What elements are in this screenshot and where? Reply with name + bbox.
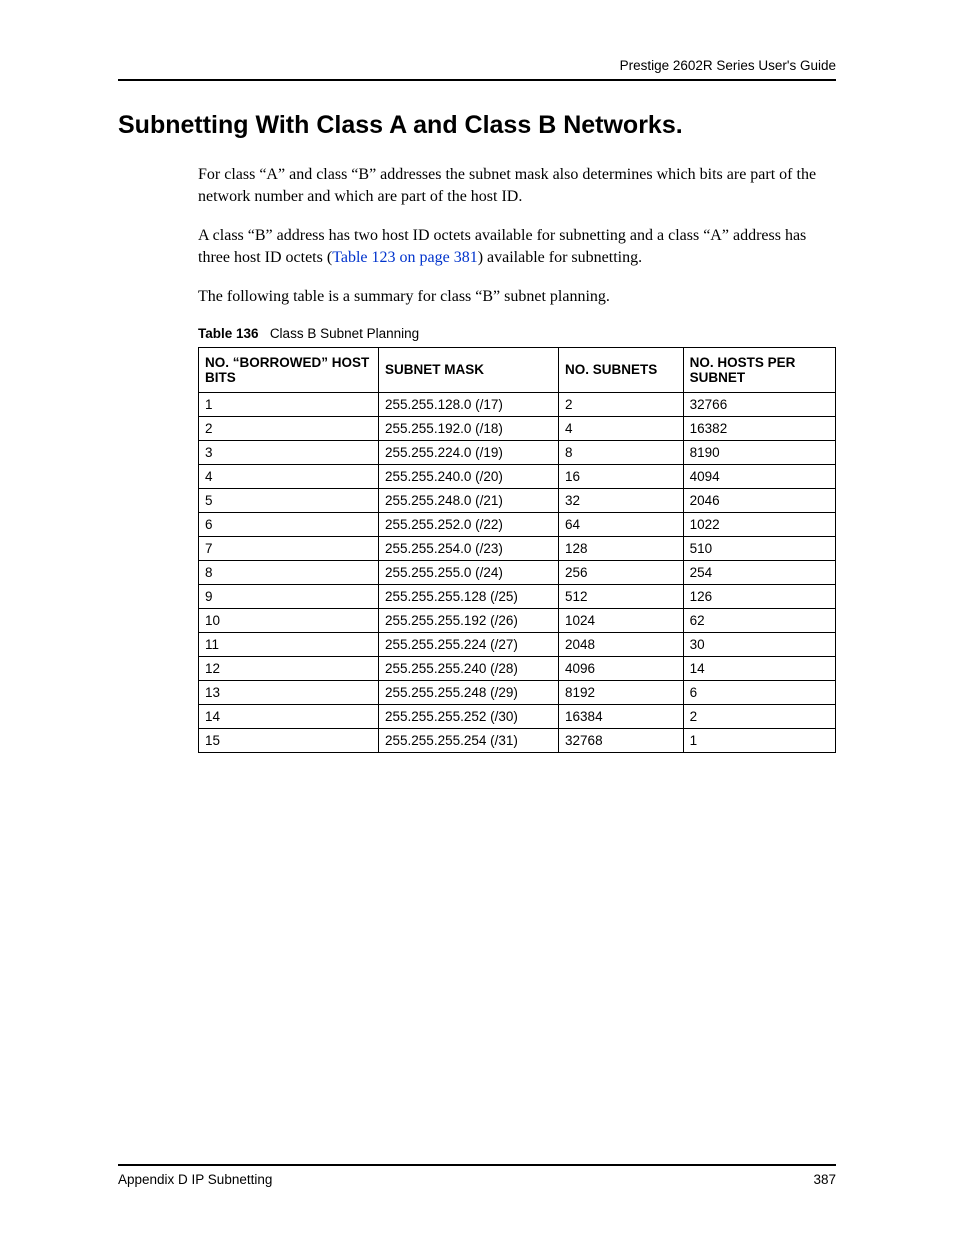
table-row: 15255.255.255.254 (/31)327681 <box>199 728 836 752</box>
running-head: Prestige 2602R Series User's Guide <box>118 58 836 79</box>
cell-subnets: 4096 <box>559 656 684 680</box>
cell-bits: 10 <box>199 608 379 632</box>
cell-bits: 11 <box>199 632 379 656</box>
cell-subnets: 16384 <box>559 704 684 728</box>
th-no-subnets: NO. SUBNETS <box>559 347 684 392</box>
th-subnet-mask: SUBNET MASK <box>379 347 559 392</box>
cell-mask: 255.255.255.254 (/31) <box>379 728 559 752</box>
cell-hosts: 8190 <box>683 440 835 464</box>
cell-hosts: 6 <box>683 680 835 704</box>
cell-mask: 255.255.255.224 (/27) <box>379 632 559 656</box>
cell-subnets: 2048 <box>559 632 684 656</box>
cell-mask: 255.255.255.192 (/26) <box>379 608 559 632</box>
xref-table-123[interactable]: Table 123 on page 381 <box>332 249 478 266</box>
cell-bits: 8 <box>199 560 379 584</box>
cell-hosts: 4094 <box>683 464 835 488</box>
cell-mask: 255.255.255.248 (/29) <box>379 680 559 704</box>
table-row: 12255.255.255.240 (/28)409614 <box>199 656 836 680</box>
cell-mask: 255.255.255.240 (/28) <box>379 656 559 680</box>
cell-subnets: 2 <box>559 392 684 416</box>
footer-rule <box>118 1164 836 1166</box>
cell-bits: 6 <box>199 512 379 536</box>
body-text: For class “A” and class “B” addresses th… <box>198 164 836 308</box>
cell-subnets: 512 <box>559 584 684 608</box>
cell-subnets: 8 <box>559 440 684 464</box>
table-caption: Table 136 Class B Subnet Planning <box>198 326 836 341</box>
footer-section: Appendix D IP Subnetting <box>118 1172 272 1187</box>
cell-bits: 13 <box>199 680 379 704</box>
table-row: 2255.255.192.0 (/18)416382 <box>199 416 836 440</box>
cell-mask: 255.255.128.0 (/17) <box>379 392 559 416</box>
paragraph-1: For class “A” and class “B” addresses th… <box>198 164 836 207</box>
table-caption-text: Class B Subnet Planning <box>270 326 419 341</box>
cell-mask: 255.255.254.0 (/23) <box>379 536 559 560</box>
table-row: 4255.255.240.0 (/20)164094 <box>199 464 836 488</box>
cell-hosts: 62 <box>683 608 835 632</box>
paragraph-2b: ) available for subnetting. <box>478 249 642 266</box>
cell-mask: 255.255.255.252 (/30) <box>379 704 559 728</box>
cell-hosts: 14 <box>683 656 835 680</box>
table-caption-label: Table 136 <box>198 326 259 341</box>
cell-subnets: 32768 <box>559 728 684 752</box>
table-row: 13255.255.255.248 (/29)81926 <box>199 680 836 704</box>
page: Prestige 2602R Series User's Guide Subne… <box>0 0 954 753</box>
cell-hosts: 510 <box>683 536 835 560</box>
cell-mask: 255.255.255.0 (/24) <box>379 560 559 584</box>
cell-bits: 14 <box>199 704 379 728</box>
table-header-row: NO. “BORROWED” HOST BITS SUBNET MASK NO.… <box>199 347 836 392</box>
cell-hosts: 30 <box>683 632 835 656</box>
cell-subnets: 1024 <box>559 608 684 632</box>
cell-mask: 255.255.240.0 (/20) <box>379 464 559 488</box>
cell-hosts: 2 <box>683 704 835 728</box>
cell-bits: 9 <box>199 584 379 608</box>
table-row: 7255.255.254.0 (/23)128510 <box>199 536 836 560</box>
header-rule <box>118 79 836 81</box>
table-row: 1255.255.128.0 (/17)232766 <box>199 392 836 416</box>
table-row: 8255.255.255.0 (/24)256254 <box>199 560 836 584</box>
cell-mask: 255.255.224.0 (/19) <box>379 440 559 464</box>
cell-bits: 4 <box>199 464 379 488</box>
table-row: 11255.255.255.224 (/27)204830 <box>199 632 836 656</box>
subnet-table: NO. “BORROWED” HOST BITS SUBNET MASK NO.… <box>198 347 836 753</box>
footer-page: 387 <box>813 1172 836 1187</box>
cell-bits: 12 <box>199 656 379 680</box>
cell-subnets: 8192 <box>559 680 684 704</box>
cell-subnets: 4 <box>559 416 684 440</box>
th-borrowed-bits: NO. “BORROWED” HOST BITS <box>199 347 379 392</box>
table-row: 5255.255.248.0 (/21)322046 <box>199 488 836 512</box>
cell-subnets: 32 <box>559 488 684 512</box>
cell-hosts: 32766 <box>683 392 835 416</box>
cell-bits: 3 <box>199 440 379 464</box>
th-hosts-per: NO. HOSTS PER SUBNET <box>683 347 835 392</box>
cell-subnets: 128 <box>559 536 684 560</box>
cell-hosts: 1 <box>683 728 835 752</box>
paragraph-2: A class “B” address has two host ID octe… <box>198 225 836 268</box>
cell-bits: 15 <box>199 728 379 752</box>
cell-bits: 5 <box>199 488 379 512</box>
footer: Appendix D IP Subnetting 387 <box>118 1164 836 1187</box>
cell-bits: 1 <box>199 392 379 416</box>
cell-hosts: 1022 <box>683 512 835 536</box>
table-row: 3255.255.224.0 (/19)88190 <box>199 440 836 464</box>
section-title: Subnetting With Class A and Class B Netw… <box>118 111 836 140</box>
cell-mask: 255.255.192.0 (/18) <box>379 416 559 440</box>
cell-mask: 255.255.255.128 (/25) <box>379 584 559 608</box>
cell-hosts: 2046 <box>683 488 835 512</box>
cell-subnets: 64 <box>559 512 684 536</box>
cell-hosts: 16382 <box>683 416 835 440</box>
table-row: 10255.255.255.192 (/26)102462 <box>199 608 836 632</box>
cell-subnets: 256 <box>559 560 684 584</box>
cell-hosts: 254 <box>683 560 835 584</box>
table-row: 6255.255.252.0 (/22)641022 <box>199 512 836 536</box>
cell-subnets: 16 <box>559 464 684 488</box>
table-row: 9255.255.255.128 (/25)512126 <box>199 584 836 608</box>
cell-mask: 255.255.252.0 (/22) <box>379 512 559 536</box>
cell-mask: 255.255.248.0 (/21) <box>379 488 559 512</box>
cell-hosts: 126 <box>683 584 835 608</box>
cell-bits: 7 <box>199 536 379 560</box>
cell-bits: 2 <box>199 416 379 440</box>
paragraph-3: The following table is a summary for cla… <box>198 286 836 308</box>
table-row: 14255.255.255.252 (/30)163842 <box>199 704 836 728</box>
